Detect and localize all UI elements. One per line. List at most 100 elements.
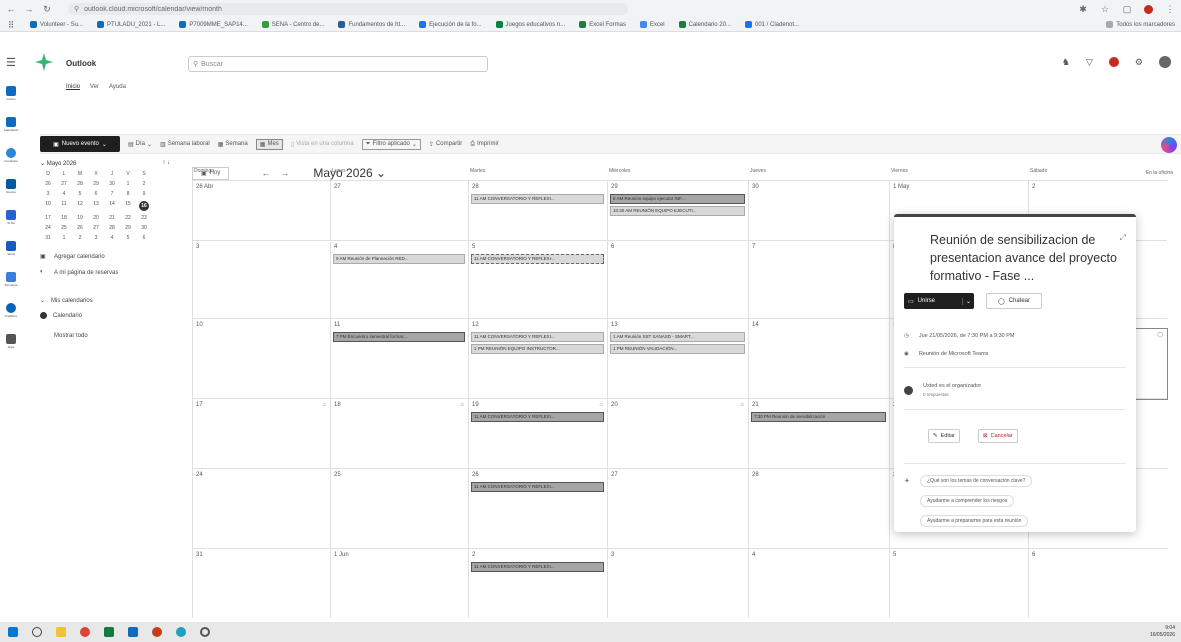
edge-icon[interactable] <box>176 627 186 637</box>
mini-day[interactable]: 11 <box>56 201 72 211</box>
bookmark-star-icon[interactable]: ☆ <box>1100 4 1110 14</box>
split-view-button[interactable]: ▯ Vista en una columna <box>291 141 354 148</box>
mini-day[interactable]: 3 <box>88 235 104 241</box>
tab-view[interactable]: Ver <box>90 84 99 90</box>
bookmark-item[interactable]: SENA - Centro de... <box>261 21 324 28</box>
mini-day-today[interactable]: 16 <box>139 201 149 211</box>
outlook-icon[interactable] <box>128 627 138 637</box>
bookmark-item[interactable]: P7009MME_SAP14... <box>179 21 248 28</box>
rail-item-people[interactable]: Personas <box>0 272 22 302</box>
mini-day[interactable]: 25 <box>56 225 72 231</box>
join-button[interactable]: ▭ Unirse ⌄ <box>904 293 974 309</box>
day-cell[interactable]: 5 <box>468 241 607 318</box>
day-cell[interactable]: 4 <box>330 241 468 318</box>
avatar[interactable] <box>1159 56 1171 68</box>
rail-item-contacts[interactable]: Contactos <box>0 148 22 178</box>
day-cell[interactable]: 27 <box>607 469 748 548</box>
menu-icon[interactable]: ☰ <box>6 56 16 69</box>
calendar-event[interactable]: 11 AM CONVERSATORIO Y REFLEXI... <box>471 254 604 264</box>
mini-day[interactable]: 1 <box>120 181 136 187</box>
teams-icon[interactable]: ▽ <box>1086 57 1093 68</box>
mini-day[interactable]: 2 <box>72 235 88 241</box>
calendar-event[interactable]: 10:30 AM REUNIÓN EQUIPO EJECUTI... <box>610 206 745 216</box>
rail-item-todo[interactable]: To Do <box>0 210 22 240</box>
calendar-event[interactable]: 1 PM REUNIÓN VALIDACIÓN... <box>610 344 745 354</box>
day-cell[interactable]: 31 <box>192 549 330 618</box>
rail-item-word[interactable]: Word <box>0 241 22 271</box>
mini-day[interactable]: 22 <box>120 215 136 221</box>
mini-day[interactable]: 10 <box>40 201 56 211</box>
copilot-icon[interactable] <box>1161 137 1177 153</box>
mini-day[interactable]: 26 <box>72 225 88 231</box>
calendar-event[interactable]: 7:30 PM Reunión de sensibilización <box>751 412 886 422</box>
site-info-icon[interactable]: ⚲ <box>74 5 79 13</box>
calendar-event[interactable]: 8 AM Reunión equipo ejecutor INF... <box>610 194 745 204</box>
day-cell[interactable]: 26 <box>468 469 607 548</box>
view-week-button[interactable]: ▦ Semana <box>218 141 248 148</box>
chevron-down-icon[interactable]: ⌄ <box>961 297 974 305</box>
day-cell[interactable]: 19 ⌂ <box>468 399 607 468</box>
bookmark-item[interactable]: Excel <box>639 21 665 28</box>
day-cell[interactable]: 28 <box>468 181 607 240</box>
bookmark-item[interactable]: Excel Formas <box>579 21 626 28</box>
bookmark-item[interactable]: Volunteer - Su... <box>30 21 83 28</box>
chrome-icon[interactable] <box>80 627 90 637</box>
suggestion-chip[interactable]: ¿Qué son los temas de conversación clave… <box>920 475 1033 487</box>
day-cell[interactable]: 3 <box>607 549 748 618</box>
mini-day[interactable]: 3 <box>40 191 56 197</box>
back-icon[interactable]: ← <box>6 4 16 14</box>
mini-day[interactable]: 2 <box>136 181 152 187</box>
calendar-item[interactable]: Calendario <box>40 312 180 319</box>
settings-icon[interactable]: ⚙ <box>1135 57 1143 68</box>
address-bar[interactable]: ⚲ outlook.cloud.microsoft/calendar/view/… <box>68 3 628 15</box>
mini-day[interactable]: 4 <box>104 235 120 241</box>
bookmark-item[interactable]: Juegos educativos n... <box>495 21 565 28</box>
mini-day[interactable]: 27 <box>88 225 104 231</box>
overflow-event-edge[interactable]: ◯ <box>1136 328 1168 400</box>
day-cell[interactable]: 21 <box>748 399 889 468</box>
search-input[interactable]: ⚲ Buscar <box>188 56 488 72</box>
mini-day[interactable]: 28 <box>104 225 120 231</box>
forward-icon[interactable]: → <box>24 4 34 14</box>
all-bookmarks[interactable]: Todos los marcadores <box>1106 21 1175 28</box>
day-cell[interactable]: 1 Jun <box>330 549 468 618</box>
settings-icon[interactable] <box>200 627 210 637</box>
rail-item-calendar[interactable]: Calendario <box>0 117 22 147</box>
edit-button[interactable]: ✎ Editar <box>928 429 960 443</box>
view-month-button[interactable]: ▦ Mes <box>255 138 283 150</box>
calendar-event[interactable]: 11 AM CONVERSATORIO Y REFLEXI... <box>471 194 604 204</box>
calendar-event[interactable]: 1 PM REUNIÓN EQUIPO INSTRUCTOR... <box>471 344 604 354</box>
mini-day[interactable]: 5 <box>72 191 88 197</box>
system-clock[interactable]: 9:04 16/05/2026 <box>1150 625 1175 639</box>
calendar-event[interactable]: 11 AM CONVERSATORIO Y REFLEXI... <box>471 332 604 342</box>
bookmark-item[interactable]: Fundamentos de ht... <box>338 21 405 28</box>
mini-day[interactable]: 23 <box>136 215 152 221</box>
suggestion-chip[interactable]: Ayudarme a prepararme para esta reunión <box>920 515 1029 527</box>
mini-day[interactable]: 8 <box>120 191 136 197</box>
day-cell[interactable]: 10 <box>192 319 330 398</box>
powerpoint-icon[interactable] <box>152 627 162 637</box>
mini-day[interactable]: 24 <box>40 225 56 231</box>
mini-day[interactable]: 15 <box>120 201 136 211</box>
mini-day[interactable]: 17 <box>40 215 56 221</box>
mini-day[interactable]: 31 <box>40 235 56 241</box>
add-calendar-link[interactable]: ▣ Agregar calendario <box>40 253 180 261</box>
day-cell[interactable]: 4 <box>748 549 889 618</box>
booking-page-link[interactable]: ◐ A mi página de reservas <box>40 269 180 277</box>
calendar-event[interactable]: 11 AM CONVERSATORIO Y REFLEXI... <box>471 482 604 492</box>
apps-icon[interactable]: ⠿ <box>6 20 16 30</box>
day-cell[interactable]: 13 <box>607 319 748 398</box>
mini-day[interactable]: 20 <box>88 215 104 221</box>
bookmark-item[interactable]: 001 / Cladenot... <box>745 21 799 28</box>
rail-item-mail[interactable]: Correo <box>0 86 22 116</box>
suggestion-chip[interactable]: Ayudarme a comprender los riesgos <box>920 495 1015 507</box>
mini-day[interactable]: 28 <box>72 181 88 187</box>
mini-day[interactable]: 21 <box>104 215 120 221</box>
day-cell[interactable]: 27 <box>330 181 468 240</box>
cancel-button[interactable]: ⊠ Cancelar <box>978 429 1018 443</box>
day-cell[interactable]: 14 <box>748 319 889 398</box>
mini-day[interactable]: 13 <box>88 201 104 211</box>
calendar-event[interactable]: 11 AM CONVERSATORIO Y REFLEXI... <box>471 562 604 572</box>
print-button[interactable]: ⎙ Imprimir <box>470 141 498 148</box>
copilot-header-icon[interactable] <box>1108 57 1119 67</box>
